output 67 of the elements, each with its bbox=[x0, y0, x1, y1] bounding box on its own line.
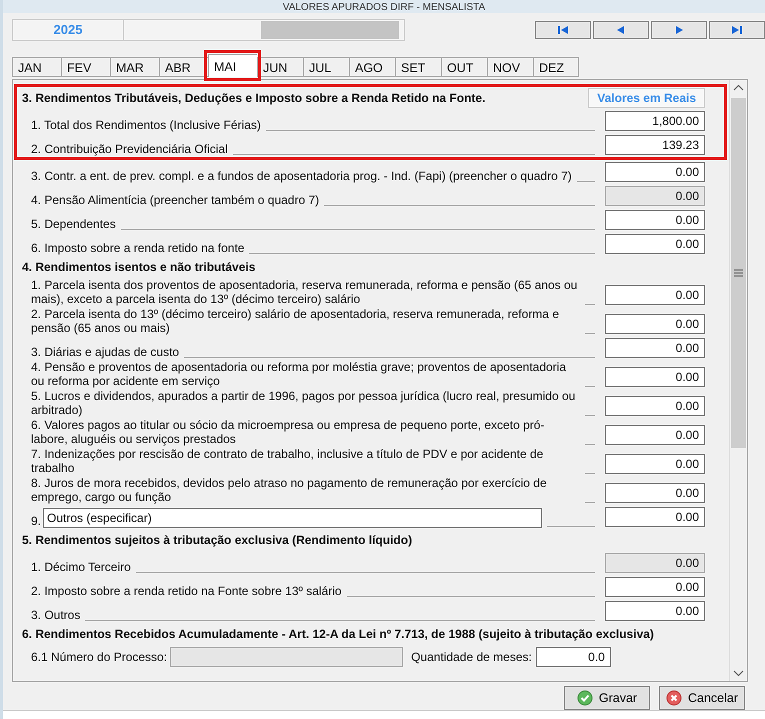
section-title: 5. Rendimentos sujeitos à tributação exclusiva (Rendimento líquido) bbox=[22, 532, 412, 547]
year-label: 2025 bbox=[12, 19, 124, 41]
field-label: Quantidade de meses: bbox=[411, 650, 532, 664]
amount-field[interactable]: 0.00 bbox=[605, 600, 705, 621]
amount-field[interactable]: 0.00 bbox=[605, 338, 705, 358]
field-label: 7. Indenizações por rescisão de contrato de trabalho, inclusive a título de PDV e por acidente de trabalho bbox=[31, 446, 544, 475]
amount-field[interactable]: 0.00 bbox=[605, 396, 705, 416]
scrollbar[interactable] bbox=[729, 80, 747, 682]
month-tab[interactable]: JUL bbox=[303, 56, 349, 77]
field-label: 5. Lucros e dividendos, apurados a partir de 1996, pagos por pessoa jurídica (lucro real, presumido ou arbitrado) bbox=[31, 388, 576, 417]
field-label: 1. Décimo Terceiro bbox=[31, 560, 131, 574]
field-label: 4. Pensão Alimentícia (preencher também o quadro 7) bbox=[31, 192, 320, 207]
check-icon bbox=[576, 690, 593, 706]
month-tab[interactable]: SET bbox=[395, 56, 441, 77]
cancel-icon bbox=[666, 690, 682, 706]
field-label: 2. Parcela isenta do 13º (décimo terceiro) salário de aposentadoria, reserva remunerada, reforma e pensão (65 anos ou mais) bbox=[31, 306, 560, 335]
month-tab[interactable]: DEZ bbox=[533, 56, 579, 77]
amount-field[interactable]: 0.00 bbox=[605, 366, 705, 387]
month-tab[interactable]: AGO bbox=[349, 56, 395, 77]
skip-back-icon bbox=[556, 25, 570, 35]
month-tab[interactable]: OUT bbox=[441, 56, 487, 77]
amount-field[interactable]: 139.23 bbox=[605, 134, 705, 155]
section-title: 3. Rendimentos Tributáveis, Deduções e Imposto sobre a Renda Retido na Fonte. bbox=[22, 90, 486, 105]
field-label: 6. Valores pagos ao titular ou sócio da microempresa ou empresa de pequeno porte, exceto pró-labore, aluguéis ou serviços prestados bbox=[31, 418, 546, 446]
month-tab[interactable]: JAN bbox=[12, 56, 61, 77]
description-field[interactable]: Outros (especificar) bbox=[43, 508, 542, 528]
field-label: 3. Diárias e ajudas de custo bbox=[31, 344, 180, 359]
field-label: 6. Imposto sobre a renda retido na fonte bbox=[31, 240, 244, 255]
field-label: 9. bbox=[31, 514, 42, 528]
field-label: 1. Total dos Rendimentos (Inclusive Férias) bbox=[31, 118, 261, 132]
section-title: 6. Rendimentos Recebidos Acumuladamente - Art. 12-A da Lei nº 7.713, de 1988 (sujeito à tributação exclusiva) bbox=[22, 626, 654, 641]
field-label: 5. Dependentes bbox=[31, 216, 116, 231]
month-tab[interactable]: JUN bbox=[257, 56, 303, 77]
amount-field[interactable]: 0.00 bbox=[605, 162, 705, 182]
amount-field[interactable]: 0.00 bbox=[605, 454, 705, 474]
window-title: VALORES APURADOS DIRF - MENSALISTA bbox=[282, 2, 486, 13]
month-tab[interactable]: MAR bbox=[110, 56, 159, 77]
field-label: 4. Pensão e proventos de aposentadoria ou reforma por moléstia grave; proventos de aposentadoria ou reforma por acidente em serviço bbox=[31, 360, 568, 388]
amount-field[interactable]: 0.00 bbox=[605, 424, 705, 445]
month-tab[interactable]: ABR bbox=[159, 56, 208, 77]
first-record-button[interactable] bbox=[535, 21, 591, 39]
cancel-button[interactable]: Cancelar bbox=[659, 686, 745, 710]
amount-field[interactable]: 0.00 bbox=[605, 210, 705, 230]
grip-icon bbox=[734, 268, 743, 277]
amount-field[interactable]: 0.00 bbox=[605, 284, 705, 305]
field-label: 3. Outros bbox=[31, 608, 80, 622]
amount-field[interactable]: 0.00 bbox=[605, 314, 705, 334]
previous-record-button[interactable] bbox=[593, 21, 649, 39]
amount-field[interactable]: 0.00 bbox=[605, 234, 705, 254]
section-title: 4. Rendimentos isentos e não tributáveis bbox=[22, 260, 256, 274]
last-record-button[interactable] bbox=[709, 21, 765, 39]
field-label: 2. Imposto sobre a renda retido na Fonte sobre 13º salário bbox=[31, 584, 342, 598]
save-button[interactable]: Gravar bbox=[564, 686, 650, 710]
month-tab[interactable]: FEV bbox=[61, 56, 110, 77]
field-label: 8. Juros de mora recebidos, devidos pelo atraso no pagamento de remuneração por exercício de emprego, cargo ou função bbox=[31, 476, 548, 504]
field-label: 6.1 Número do Processo: bbox=[31, 650, 168, 664]
field-label: 2. Contribuição Previdenciária Oficial bbox=[31, 142, 228, 156]
next-record-button[interactable] bbox=[651, 21, 707, 39]
column-header: Valores em Reais bbox=[588, 88, 705, 108]
field-label: 1. Parcela isenta dos proventos de aposentadoria, reserva remunerada, reforma e pensão (65 anos ou mais), exceto a parcela isenta do 13º (décimo terceiro) salário bbox=[31, 278, 578, 306]
amount-field[interactable]: 1,800.00 bbox=[605, 110, 705, 131]
amount-field[interactable]: 0.00 bbox=[605, 482, 705, 503]
field-label: 3. Contr. a ent. de prev. compl. e a fundos de aposentadoria prog. - Ind. (Fapi) (preencher o quadro 7) bbox=[31, 168, 572, 183]
skip-forward-icon bbox=[730, 25, 744, 35]
amount-field[interactable]: 0.00 bbox=[605, 576, 705, 597]
month-tab[interactable]: NOV bbox=[487, 56, 533, 77]
amount-field[interactable]: 0.00 bbox=[605, 506, 705, 527]
